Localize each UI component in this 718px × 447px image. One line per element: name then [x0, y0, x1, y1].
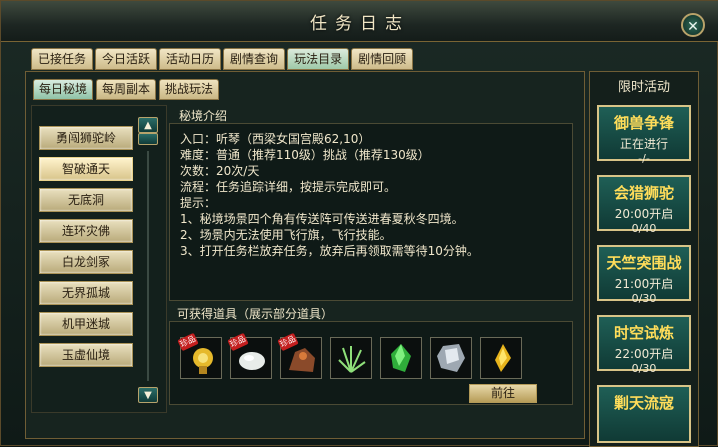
event-count: 0/30 [631, 292, 657, 305]
description-line: 提示： [180, 196, 217, 210]
list-item[interactable]: 玉虚仙境 [39, 343, 133, 367]
silver-ore-icon [437, 344, 465, 372]
goto-button[interactable]: 前往 [469, 384, 537, 403]
green-crystal-icon [391, 344, 411, 372]
tab-gameplay-catalog[interactable]: 玩法目录 [287, 48, 350, 70]
event-status: 正在进行 [619, 137, 668, 151]
item-slot[interactable] [430, 337, 472, 379]
tab-today-active[interactable]: 今日活跃 [95, 48, 158, 70]
window-title: 任务日志 [310, 14, 410, 34]
description-line: 次数：20次/天 [180, 164, 260, 178]
list-item[interactable]: 无底洞 [39, 188, 133, 212]
event-name: 时空试炼 [613, 324, 674, 342]
description-line: 2、场景内无法使用飞行旗，飞行技能。 [180, 228, 392, 242]
green-herb-icon [338, 346, 366, 373]
tab-activity-calendar[interactable]: 活动日历 [159, 48, 222, 70]
event-time: 20:00开启 [614, 207, 674, 221]
event-name: 会猎狮驼 [613, 184, 674, 202]
event-count: 0/40 [631, 222, 657, 235]
event-card-breakout[interactable]: 天竺突围战 21:00开启 0/30 [597, 245, 691, 305]
description-line: 1、秘境场景四个角有传送阵可传送进春夏秋冬四境。 [180, 212, 464, 226]
list-item-selected[interactable]: 智破通天 [39, 157, 133, 181]
list-item[interactable]: 勇闯狮驼岭 [39, 126, 133, 150]
list-item[interactable]: 机甲迷城 [39, 312, 133, 336]
main-tabs: 已接任务 今日活跃 活动日历 剧情查询 玩法目录 剧情回顾 [31, 48, 414, 70]
event-card-beast[interactable]: 御兽争锋 正在进行 -/- [597, 105, 691, 165]
scroll-up-button[interactable]: ▲ [138, 117, 158, 133]
close-icon[interactable]: ✕ [681, 13, 705, 37]
yellow-gem-icon [495, 344, 511, 372]
event-time: 21:00开启 [614, 277, 674, 291]
description-label: 秘境介绍 [179, 109, 228, 123]
item-slot[interactable] [380, 337, 422, 379]
item-slot[interactable] [330, 337, 372, 379]
event-count: -/- [638, 152, 650, 165]
event-card-bandits[interactable]: 剿天流寇 [597, 385, 691, 443]
event-card-trial[interactable]: 时空试炼 22:00开启 0/30 [597, 315, 691, 375]
limited-events-title: 限时活动 [617, 80, 670, 95]
event-name: 剿天流寇 [613, 394, 674, 412]
list-item[interactable]: 无界孤城 [39, 281, 133, 305]
subtab-daily-secret[interactable]: 每日秘境 [33, 79, 94, 100]
subtab-challenge[interactable]: 挑战玩法 [159, 79, 220, 100]
task-log-window: 任务日志 ✕ 已接任务 今日活跃 活动日历 剧情查询 玩法目录 剧情回顾 每日秘… [0, 0, 718, 447]
item-slot[interactable]: 珍品 [227, 332, 272, 379]
scroll-thumb[interactable] [138, 133, 158, 145]
item-slot[interactable]: 珍品 [277, 332, 322, 379]
tab-story-review[interactable]: 剧情回顾 [351, 48, 414, 70]
scroll-down-button[interactable]: ▼ [138, 387, 158, 403]
description-box: 入口：听琴（西梁女国宫殿62,10） 难度：普通（推荐110级）挑战（推荐130… [169, 123, 573, 301]
event-count: 0/30 [631, 362, 657, 375]
event-name: 御兽争锋 [613, 114, 674, 132]
description-line: 难度：普通（推荐110级）挑战（推荐130级） [180, 148, 430, 162]
list-item[interactable]: 白龙剑冢 [39, 250, 133, 274]
list-item[interactable]: 连环灾佛 [39, 219, 133, 243]
title-bar: 任务日志 ✕ [1, 1, 718, 42]
items-label: 可获得道具（展示部分道具） [177, 307, 334, 321]
tab-accepted[interactable]: 已接任务 [31, 48, 94, 70]
scroll-track[interactable] [147, 151, 149, 381]
description-line: 入口：听琴（西梁女国宫殿62,10） [180, 132, 371, 146]
event-time: 22:00开启 [614, 347, 674, 361]
description-line: 流程：任务追踪详细，按提示完成即可。 [180, 180, 397, 194]
sub-tabs: 每日秘境 每周副本 挑战玩法 [33, 79, 220, 100]
event-card-hunt[interactable]: 会猎狮驼 20:00开启 0/40 [597, 175, 691, 235]
description-line: 3、打开任务栏放弃任务，放弃后再领取需等待10分钟。 [180, 244, 479, 258]
item-slot[interactable]: 珍品 [177, 332, 222, 379]
subtab-weekly-dungeon[interactable]: 每周副本 [96, 79, 157, 100]
tab-story-query[interactable]: 剧情查询 [223, 48, 286, 70]
event-name: 天竺突围战 [606, 254, 682, 272]
item-slot[interactable] [480, 337, 522, 379]
